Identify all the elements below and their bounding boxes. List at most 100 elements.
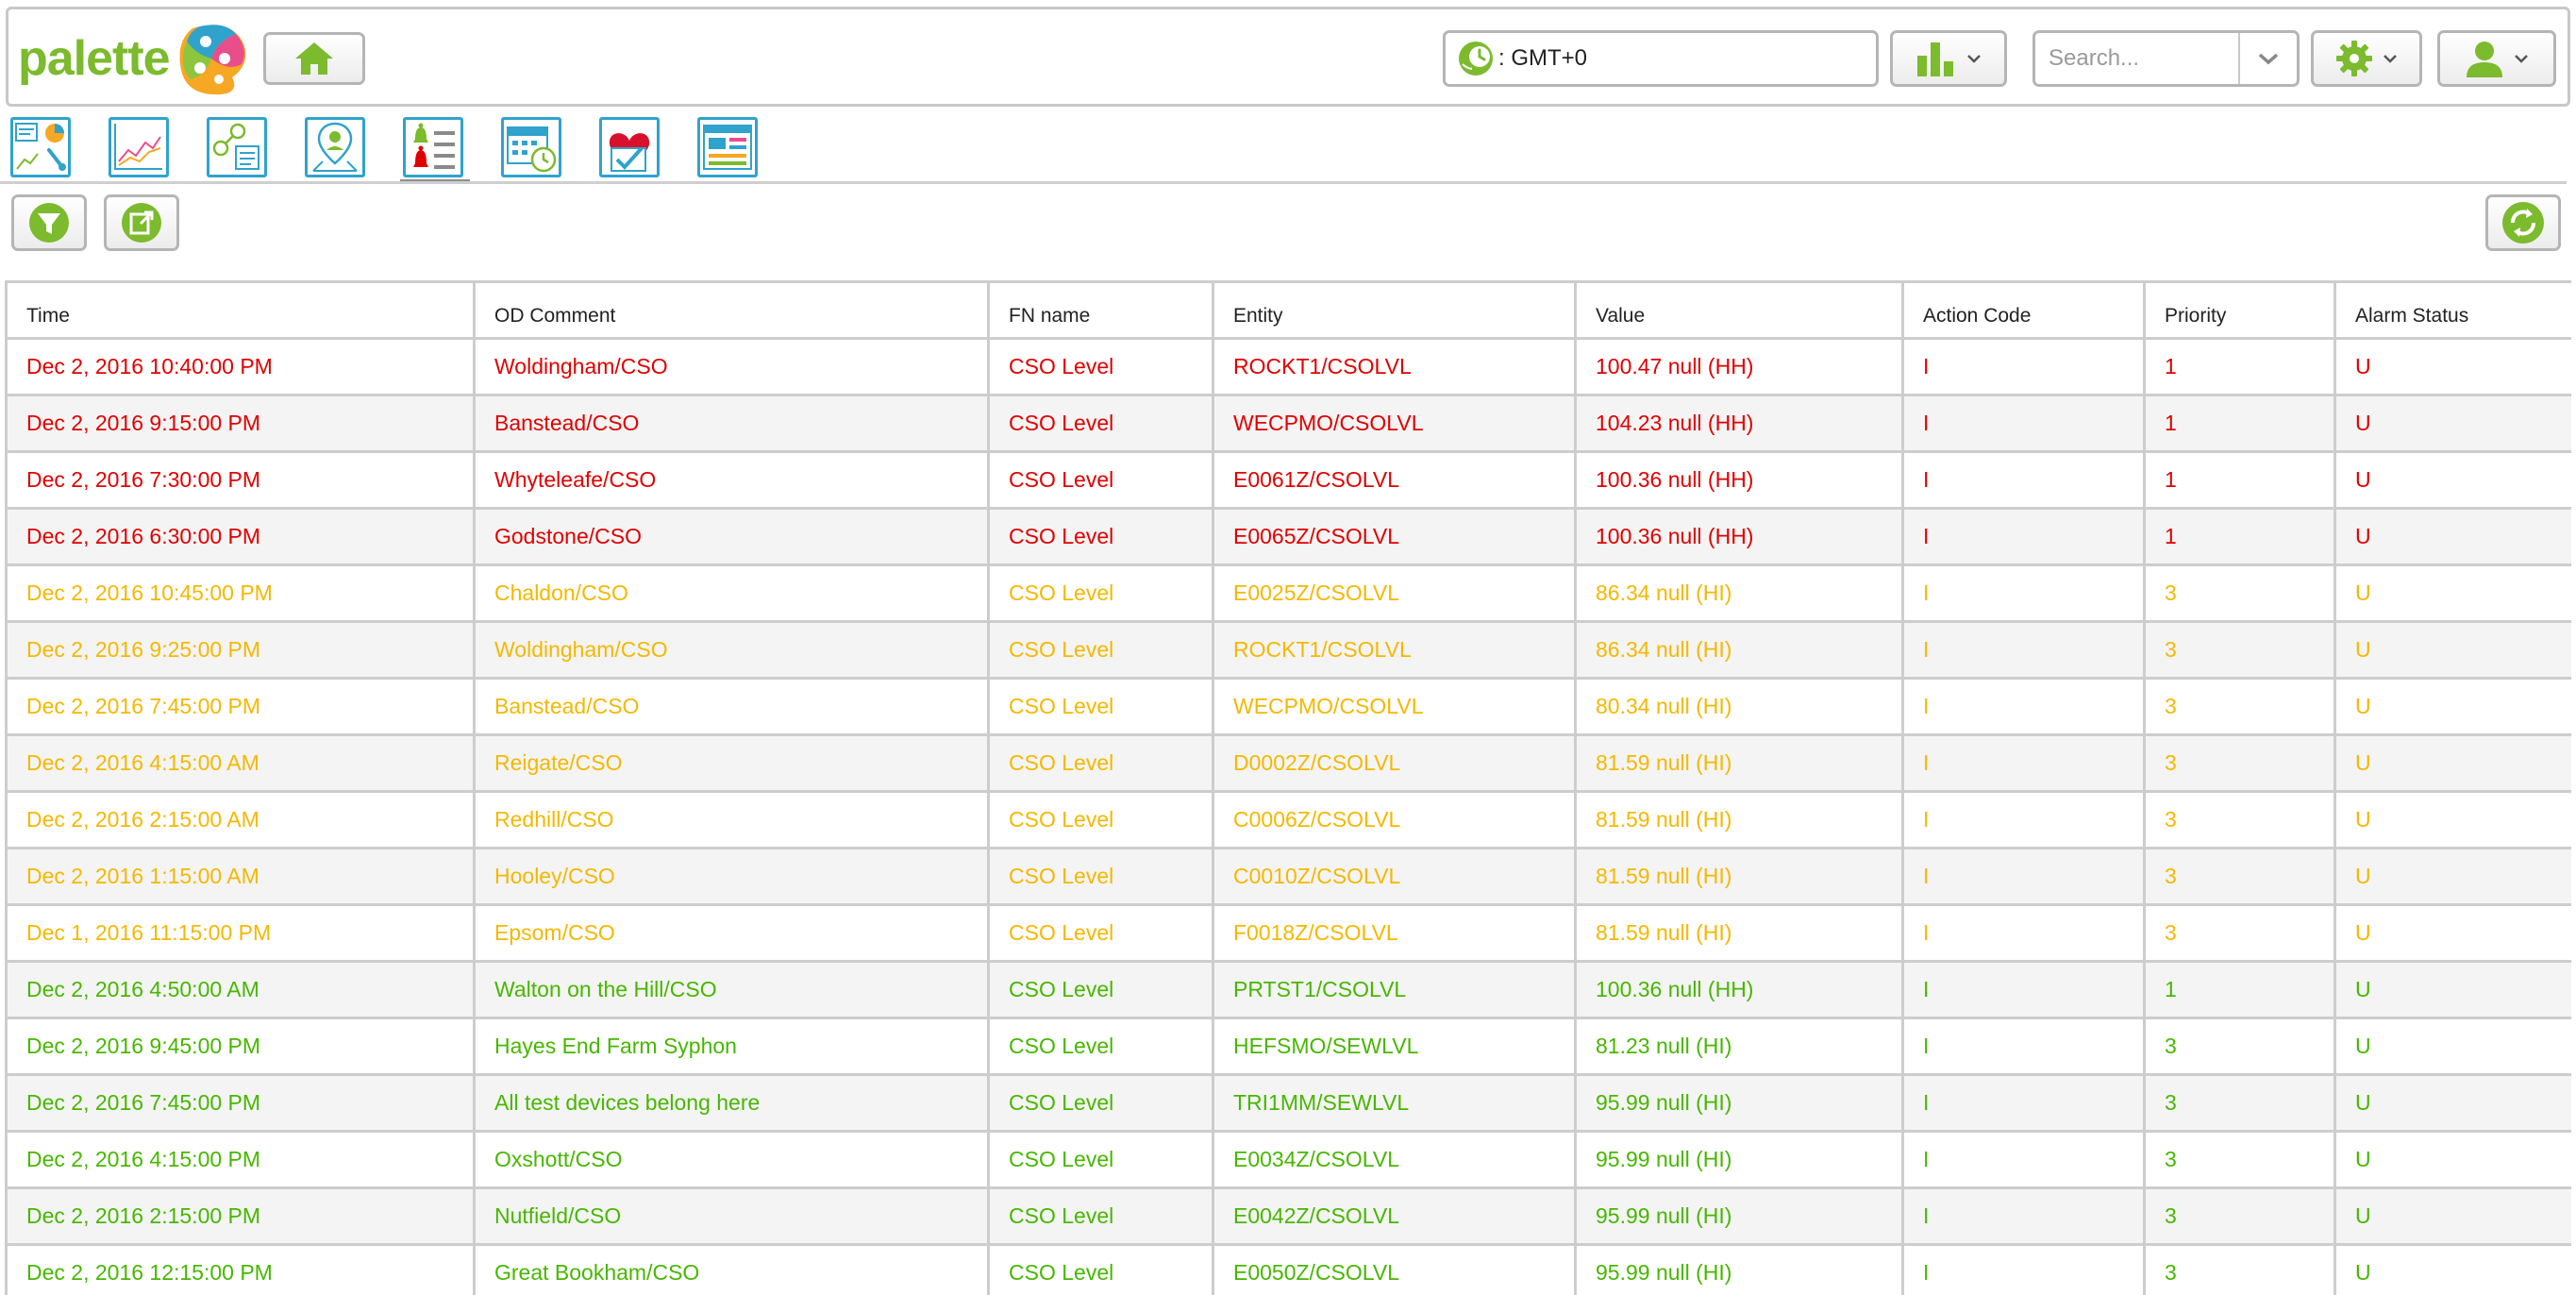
refresh-button[interactable] bbox=[2485, 194, 2561, 251]
cell-time: Dec 2, 2016 4:50:00 AM bbox=[5, 960, 476, 1019]
cell-priority: 1 bbox=[2143, 337, 2336, 396]
settings-menu-button[interactable] bbox=[2311, 30, 2422, 87]
alarm-table: Time OD Comment FN name Entity Value Act… bbox=[5, 280, 2571, 1295]
column-header-value[interactable]: Value bbox=[1574, 280, 1904, 340]
cell-time: Dec 2, 2016 6:30:00 PM bbox=[5, 507, 476, 566]
tool-trend[interactable] bbox=[109, 117, 169, 177]
cell-action-code: I bbox=[1901, 1186, 2146, 1246]
cell-od-comment: Hooley/CSO bbox=[473, 847, 990, 906]
cell-alarm-status: U bbox=[2333, 337, 2571, 396]
table-row[interactable]: Dec 2, 2016 10:45:00 PM Chaldon/CSO CSO Le… bbox=[5, 563, 2571, 623]
cell-alarm-status: U bbox=[2333, 1017, 2571, 1076]
table-row[interactable]: Dec 2, 2016 4:15:00 AM Reigate/CSO CSO Lev… bbox=[5, 733, 2571, 793]
cell-value: 81.59 null (HI) bbox=[1574, 733, 1904, 793]
column-header-time[interactable]: Time bbox=[5, 280, 476, 340]
column-header-fn-name[interactable]: FN name bbox=[987, 280, 1214, 340]
chevron-down-icon bbox=[2258, 53, 2279, 65]
column-header-priority[interactable]: Priority bbox=[2143, 280, 2336, 340]
timezone-selector[interactable]: : GMT+0 bbox=[1443, 30, 1879, 87]
world-clock-icon bbox=[1459, 42, 1493, 76]
table-row[interactable]: Dec 2, 2016 4:50:00 AM Walton on the Hill… bbox=[5, 960, 2571, 1019]
cell-alarm-status: U bbox=[2333, 733, 2571, 793]
cell-value: 100.36 null (HH) bbox=[1574, 507, 1904, 566]
dashboard-icon bbox=[15, 123, 66, 171]
cell-action-code: I bbox=[1901, 1243, 2146, 1295]
table-row[interactable]: Dec 2, 2016 2:15:00 AM Redhill/CSO CSO Lev… bbox=[5, 790, 2571, 849]
map-user-icon bbox=[312, 122, 358, 172]
app-logo[interactable]: palette bbox=[18, 21, 249, 96]
column-header-od-comment[interactable]: OD Comment bbox=[473, 280, 990, 340]
cell-od-comment: Chaldon/CSO bbox=[473, 563, 990, 623]
table-row[interactable]: Dec 2, 2016 10:40:00 PM Woldingham/CSO CSO… bbox=[5, 337, 2571, 396]
cell-od-comment: Walton on the Hill/CSO bbox=[473, 960, 990, 1019]
cell-od-comment: Epsom/CSO bbox=[473, 903, 990, 963]
table-row[interactable]: Dec 2, 2016 9:25:00 PM Woldingham/CSO CSO … bbox=[5, 620, 2571, 680]
filter-button[interactable] bbox=[11, 194, 87, 251]
column-header-alarm-status[interactable]: Alarm Status bbox=[2333, 280, 2571, 340]
cell-alarm-status: U bbox=[2333, 1243, 2571, 1295]
table-row[interactable]: Dec 2, 2016 12:15:00 PM Great Bookham/CSO… bbox=[5, 1243, 2571, 1295]
cell-alarm-status: U bbox=[2333, 507, 2571, 566]
search-dropdown-button[interactable] bbox=[2240, 33, 2297, 84]
search-box bbox=[2032, 30, 2300, 87]
cell-entity: ROCKT1/CSOLVL bbox=[1212, 337, 1577, 396]
tool-dashboard[interactable] bbox=[10, 117, 71, 177]
cell-value: 86.34 null (HI) bbox=[1574, 563, 1904, 623]
refresh-icon bbox=[2502, 202, 2544, 244]
table-row[interactable]: Dec 2, 2016 7:45:00 PM All test devices b… bbox=[5, 1073, 2571, 1133]
user-menu-button[interactable] bbox=[2437, 30, 2556, 87]
search-input[interactable] bbox=[2035, 35, 2238, 82]
table-row[interactable]: Dec 2, 2016 9:15:00 PM Banstead/CSO CSO Le… bbox=[5, 394, 2571, 453]
cell-time: Dec 2, 2016 2:15:00 AM bbox=[5, 790, 476, 849]
table-row[interactable]: Dec 2, 2016 7:30:00 PM Whyteleafe/CSO CSO … bbox=[5, 450, 2571, 510]
table-row[interactable]: Dec 2, 2016 4:15:00 PM Oxshott/CSO CSO Lev… bbox=[5, 1130, 2571, 1189]
cell-time: Dec 2, 2016 7:30:00 PM bbox=[5, 450, 476, 510]
cell-priority: 1 bbox=[2143, 507, 2336, 566]
cell-time: Dec 2, 2016 4:15:00 PM bbox=[5, 1130, 476, 1189]
table-row[interactable]: Dec 1, 2016 11:15:00 PM Epsom/CSO CSO Leve… bbox=[5, 903, 2571, 963]
cell-action-code: I bbox=[1901, 507, 2146, 566]
charts-menu-button[interactable] bbox=[1890, 30, 2007, 87]
table-row[interactable]: Dec 2, 2016 7:45:00 PM Banstead/CSO CSO Le… bbox=[5, 677, 2571, 736]
bar-chart-icon bbox=[1917, 42, 1953, 76]
export-button[interactable] bbox=[104, 194, 179, 251]
table-header-row: Time OD Comment FN name Entity Value Act… bbox=[5, 280, 2571, 340]
cell-entity: WECPMO/CSOLVL bbox=[1212, 394, 1577, 453]
column-header-action-code[interactable]: Action Code bbox=[1901, 280, 2146, 340]
table-row[interactable]: Dec 2, 2016 1:15:00 AM Hooley/CSO CSO Leve… bbox=[5, 847, 2571, 906]
cell-entity: C0010Z/CSOLVL bbox=[1212, 847, 1577, 906]
cell-action-code: I bbox=[1901, 790, 2146, 849]
tool-schedule[interactable] bbox=[501, 117, 561, 177]
cell-action-code: I bbox=[1901, 394, 2146, 453]
tool-alarms[interactable] bbox=[400, 117, 470, 184]
cell-fn-name: CSO Level bbox=[987, 677, 1214, 736]
table-row[interactable]: Dec 2, 2016 2:15:00 PM Nutfield/CSO CSO Le… bbox=[5, 1186, 2571, 1246]
cell-alarm-status: U bbox=[2333, 620, 2571, 680]
cell-fn-name: CSO Level bbox=[987, 337, 1214, 396]
chevron-down-icon bbox=[2515, 55, 2528, 63]
tool-health[interactable] bbox=[599, 117, 660, 177]
cell-fn-name: CSO Level bbox=[987, 903, 1214, 963]
column-header-entity[interactable]: Entity bbox=[1212, 280, 1577, 340]
cell-od-comment: Redhill/CSO bbox=[473, 790, 990, 849]
tool-map[interactable] bbox=[305, 117, 365, 177]
cell-od-comment: Great Bookham/CSO bbox=[473, 1243, 990, 1295]
cell-time: Dec 2, 2016 9:45:00 PM bbox=[5, 1017, 476, 1076]
cell-value: 81.23 null (HI) bbox=[1574, 1017, 1904, 1076]
cell-fn-name: CSO Level bbox=[987, 733, 1214, 793]
home-icon bbox=[295, 42, 333, 75]
cell-time: Dec 2, 2016 7:45:00 PM bbox=[5, 1073, 476, 1133]
cell-fn-name: CSO Level bbox=[987, 1186, 1214, 1246]
tool-network[interactable] bbox=[207, 117, 267, 177]
cell-fn-name: CSO Level bbox=[987, 1017, 1214, 1076]
cell-action-code: I bbox=[1901, 847, 2146, 906]
table-row[interactable]: Dec 2, 2016 6:30:00 PM Godstone/CSO CSO Le… bbox=[5, 507, 2571, 566]
tool-reports[interactable] bbox=[697, 117, 758, 177]
cell-od-comment: Banstead/CSO bbox=[473, 394, 990, 453]
home-button[interactable] bbox=[263, 32, 365, 85]
cell-priority: 3 bbox=[2143, 847, 2336, 906]
cell-entity: ROCKT1/CSOLVL bbox=[1212, 620, 1577, 680]
cell-fn-name: CSO Level bbox=[987, 960, 1214, 1019]
cell-alarm-status: U bbox=[2333, 563, 2571, 623]
table-row[interactable]: Dec 2, 2016 9:45:00 PM Hayes End Farm Syp… bbox=[5, 1017, 2571, 1076]
